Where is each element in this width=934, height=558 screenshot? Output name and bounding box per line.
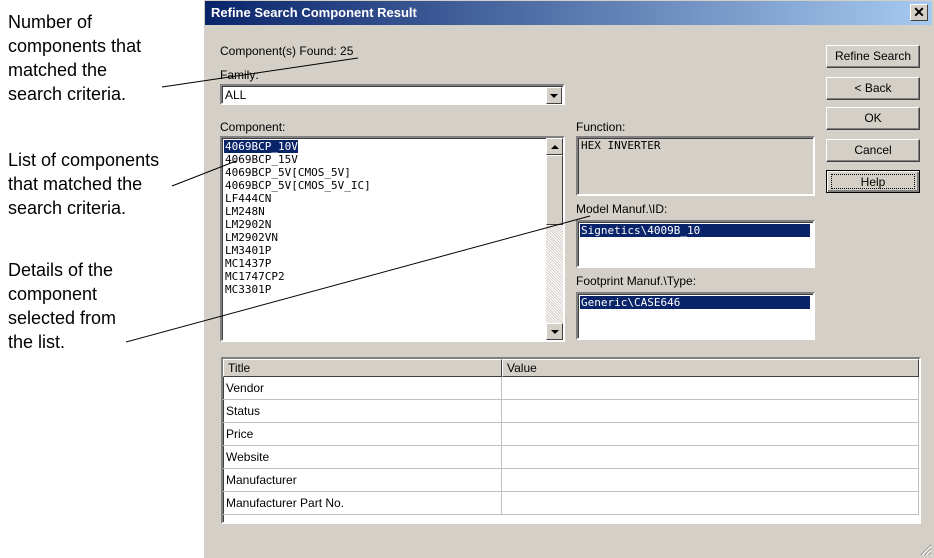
list-item[interactable]: LM3401P	[224, 244, 271, 257]
family-value: ALL	[225, 88, 247, 102]
function-value: HEX INVERTER	[581, 139, 661, 152]
close-button[interactable]: ✕	[910, 4, 928, 21]
scroll-thumb[interactable]	[546, 155, 563, 225]
cell-title: Manufacturer Part No.	[223, 492, 502, 514]
cell-value[interactable]	[502, 446, 919, 468]
column-header-title[interactable]: Title	[223, 359, 502, 377]
list-item[interactable]: Generic\CASE646	[579, 295, 811, 310]
family-label: Family:	[220, 68, 259, 82]
annotation-line: List of components	[8, 150, 160, 170]
cell-title: Price	[223, 423, 502, 445]
table-row[interactable]: Manufacturer Part No.	[223, 492, 919, 515]
list-item[interactable]: Signetics\4009B_10	[579, 223, 811, 238]
annotation-line: search criteria.	[8, 84, 127, 104]
list-item[interactable]: LM2902VN	[224, 231, 278, 244]
model-label: Model Manuf.\ID:	[576, 202, 668, 216]
cell-value[interactable]	[502, 423, 919, 445]
annotation-details: Details of the component selected from t…	[8, 258, 116, 354]
cell-title: Manufacturer	[223, 469, 502, 491]
cell-title: Status	[223, 400, 502, 422]
annotation-count: Number of components that matched the se…	[8, 10, 141, 106]
refine-search-button[interactable]: Refine Search	[826, 45, 920, 68]
list-item[interactable]: MC1747CP2	[224, 270, 285, 283]
table-row[interactable]: Manufacturer	[223, 469, 919, 492]
cancel-button[interactable]: Cancel	[826, 139, 920, 162]
footprint-label: Footprint Manuf.\Type:	[576, 274, 697, 288]
annotation-line: the list.	[8, 332, 66, 352]
list-item[interactable]: LF444CN	[224, 192, 271, 205]
annotation-line: selected from	[8, 308, 117, 328]
list-item[interactable]: LM248N	[224, 205, 265, 218]
dialog-title: Refine Search Component Result	[211, 5, 417, 20]
back-button[interactable]: < Back	[826, 77, 920, 100]
table-row[interactable]: Website	[223, 446, 919, 469]
properties-table[interactable]: Title Value Vendor Status Price Website …	[221, 357, 921, 524]
list-item[interactable]: 4069BCP_15V	[224, 153, 298, 166]
help-button-label: Help	[831, 174, 915, 189]
function-field: HEX INVERTER	[576, 136, 815, 196]
components-found-label: Component(s) Found: 25	[220, 44, 354, 58]
close-icon: ✕	[913, 4, 925, 20]
model-list[interactable]: Signetics\4009B_10	[576, 220, 815, 268]
function-label: Function:	[576, 120, 626, 134]
annotation-line: components that	[8, 36, 142, 56]
table-row[interactable]: Status	[223, 400, 919, 423]
cell-value[interactable]	[502, 492, 919, 514]
component-list-scrollbar[interactable]	[546, 138, 563, 340]
annotation-line: that matched the	[8, 174, 143, 194]
refine-search-dialog: Refine Search Component Result ✕ Compone…	[203, 0, 934, 558]
footprint-list[interactable]: Generic\CASE646	[576, 292, 815, 340]
table-row[interactable]: Vendor	[223, 377, 919, 400]
chevron-up-icon	[550, 144, 559, 149]
cell-title: Vendor	[223, 377, 502, 399]
title-bar[interactable]: Refine Search Component Result ✕	[205, 1, 932, 25]
resize-grip-icon[interactable]	[920, 544, 932, 556]
annotation-list: List of components that matched the sear…	[8, 148, 159, 220]
annotation-line: search criteria.	[8, 198, 127, 218]
ok-button[interactable]: OK	[826, 107, 920, 130]
list-item[interactable]: MC3301P	[224, 283, 271, 296]
cell-value[interactable]	[502, 469, 919, 491]
list-item[interactable]: 4069BCP_10V	[223, 139, 299, 154]
table-row[interactable]: Price	[223, 423, 919, 446]
annotation-line: component	[8, 284, 98, 304]
annotation-line: Details of the	[8, 260, 114, 280]
list-item[interactable]: 4069BCP_5V[CMOS_5V_IC]	[224, 179, 371, 192]
component-list[interactable]: 4069BCP_10V 4069BCP_15V 4069BCP_5V[CMOS_…	[220, 136, 565, 342]
chevron-down-icon	[550, 93, 558, 98]
family-dropdown-button[interactable]	[546, 87, 562, 104]
column-header-value[interactable]: Value	[502, 359, 919, 377]
list-item[interactable]: 4069BCP_5V[CMOS_5V]	[224, 166, 351, 179]
family-dropdown[interactable]: ALL	[220, 84, 565, 105]
cell-value[interactable]	[502, 400, 919, 422]
cell-title: Website	[223, 446, 502, 468]
list-item[interactable]: LM2902N	[224, 218, 271, 231]
chevron-down-icon	[550, 329, 559, 334]
list-item[interactable]: MC1437P	[224, 257, 271, 270]
scroll-up-button[interactable]	[546, 138, 563, 155]
annotation-line: Number of	[8, 12, 93, 32]
component-label: Component:	[220, 120, 286, 134]
cell-value[interactable]	[502, 377, 919, 399]
annotation-line: matched the	[8, 60, 108, 80]
help-button[interactable]: Help	[826, 170, 920, 193]
scroll-down-button[interactable]	[546, 323, 563, 340]
